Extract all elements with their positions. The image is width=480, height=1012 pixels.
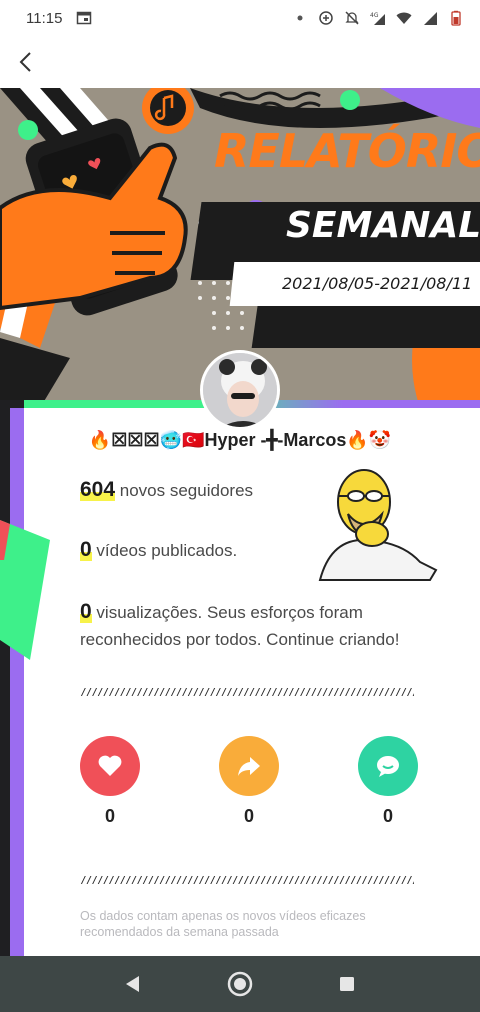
- followers-label: novos seguidores: [115, 481, 254, 500]
- shares-button[interactable]: [219, 736, 279, 796]
- card-stripe-left: [10, 408, 24, 956]
- app-bar: [0, 36, 480, 88]
- home-circle-icon: [227, 971, 253, 997]
- username: 🔥☒☒☒🥶🇹🇷Hyper -╋-Marcos🔥🤡: [88, 430, 392, 450]
- views-label-continued: reconhecidos por todos. Continue criando…: [80, 630, 400, 649]
- footnote: Os dados contam apenas os novos vídeos e…: [80, 909, 366, 939]
- status-bar: 11:15 4G: [0, 0, 480, 36]
- dot-icon: [292, 10, 308, 26]
- add-circle-icon: [318, 10, 334, 26]
- likes-count: 0: [104, 806, 115, 826]
- views-stat: 0 visualizações. Seus esforços foram: [80, 600, 363, 624]
- comments-count: 0: [382, 806, 393, 826]
- videos-label: vídeos publicados.: [91, 541, 238, 560]
- comments-button[interactable]: [358, 736, 418, 796]
- shares-count: 0: [243, 806, 254, 826]
- videos-count: 0: [80, 538, 92, 561]
- followers-stat: 604 novos seguidores: [80, 478, 253, 502]
- nav-home-button[interactable]: [222, 966, 258, 1002]
- battery-icon: [448, 10, 464, 26]
- followers-count: 604: [80, 478, 116, 501]
- decor-green-shape: [0, 520, 50, 660]
- videos-stat: 0 vídeos publicados.: [80, 538, 237, 562]
- share-arrow-icon: [238, 757, 260, 776]
- triangle-back-icon: [126, 976, 140, 992]
- square-recents-icon: [339, 977, 354, 991]
- nav-back-button[interactable]: [115, 966, 151, 1002]
- comment-bubble-icon: [377, 756, 399, 777]
- homer-illustration: [318, 469, 438, 581]
- report-title-line1: RELATÓRIO: [214, 124, 480, 178]
- signal-icon: [422, 10, 438, 26]
- svg-text:4G: 4G: [370, 12, 379, 19]
- status-time: 11:15: [26, 9, 63, 27]
- wifi-icon: [396, 10, 412, 26]
- mute-icon: [344, 10, 360, 26]
- calendar-icon: [76, 10, 92, 26]
- back-button[interactable]: [12, 48, 40, 76]
- avatar[interactable]: [200, 350, 280, 430]
- divider-top: ////////////////////////////////////////…: [80, 686, 414, 696]
- views-count: 0: [80, 600, 92, 623]
- system-nav-bar: [0, 956, 480, 1012]
- nav-recents-button[interactable]: [329, 966, 365, 1002]
- divider-bottom: ////////////////////////////////////////…: [80, 874, 414, 884]
- heart-icon: [98, 755, 122, 776]
- date-range: 2021/08/05-2021/08/11: [282, 274, 473, 293]
- views-label: visualizações. Seus esforços foram: [91, 603, 363, 622]
- 4g-signal-icon: 4G: [370, 10, 386, 26]
- likes-button[interactable]: [80, 736, 140, 796]
- chevron-left-icon: [19, 52, 31, 72]
- report-title-line2: SEMANAL: [286, 205, 480, 246]
